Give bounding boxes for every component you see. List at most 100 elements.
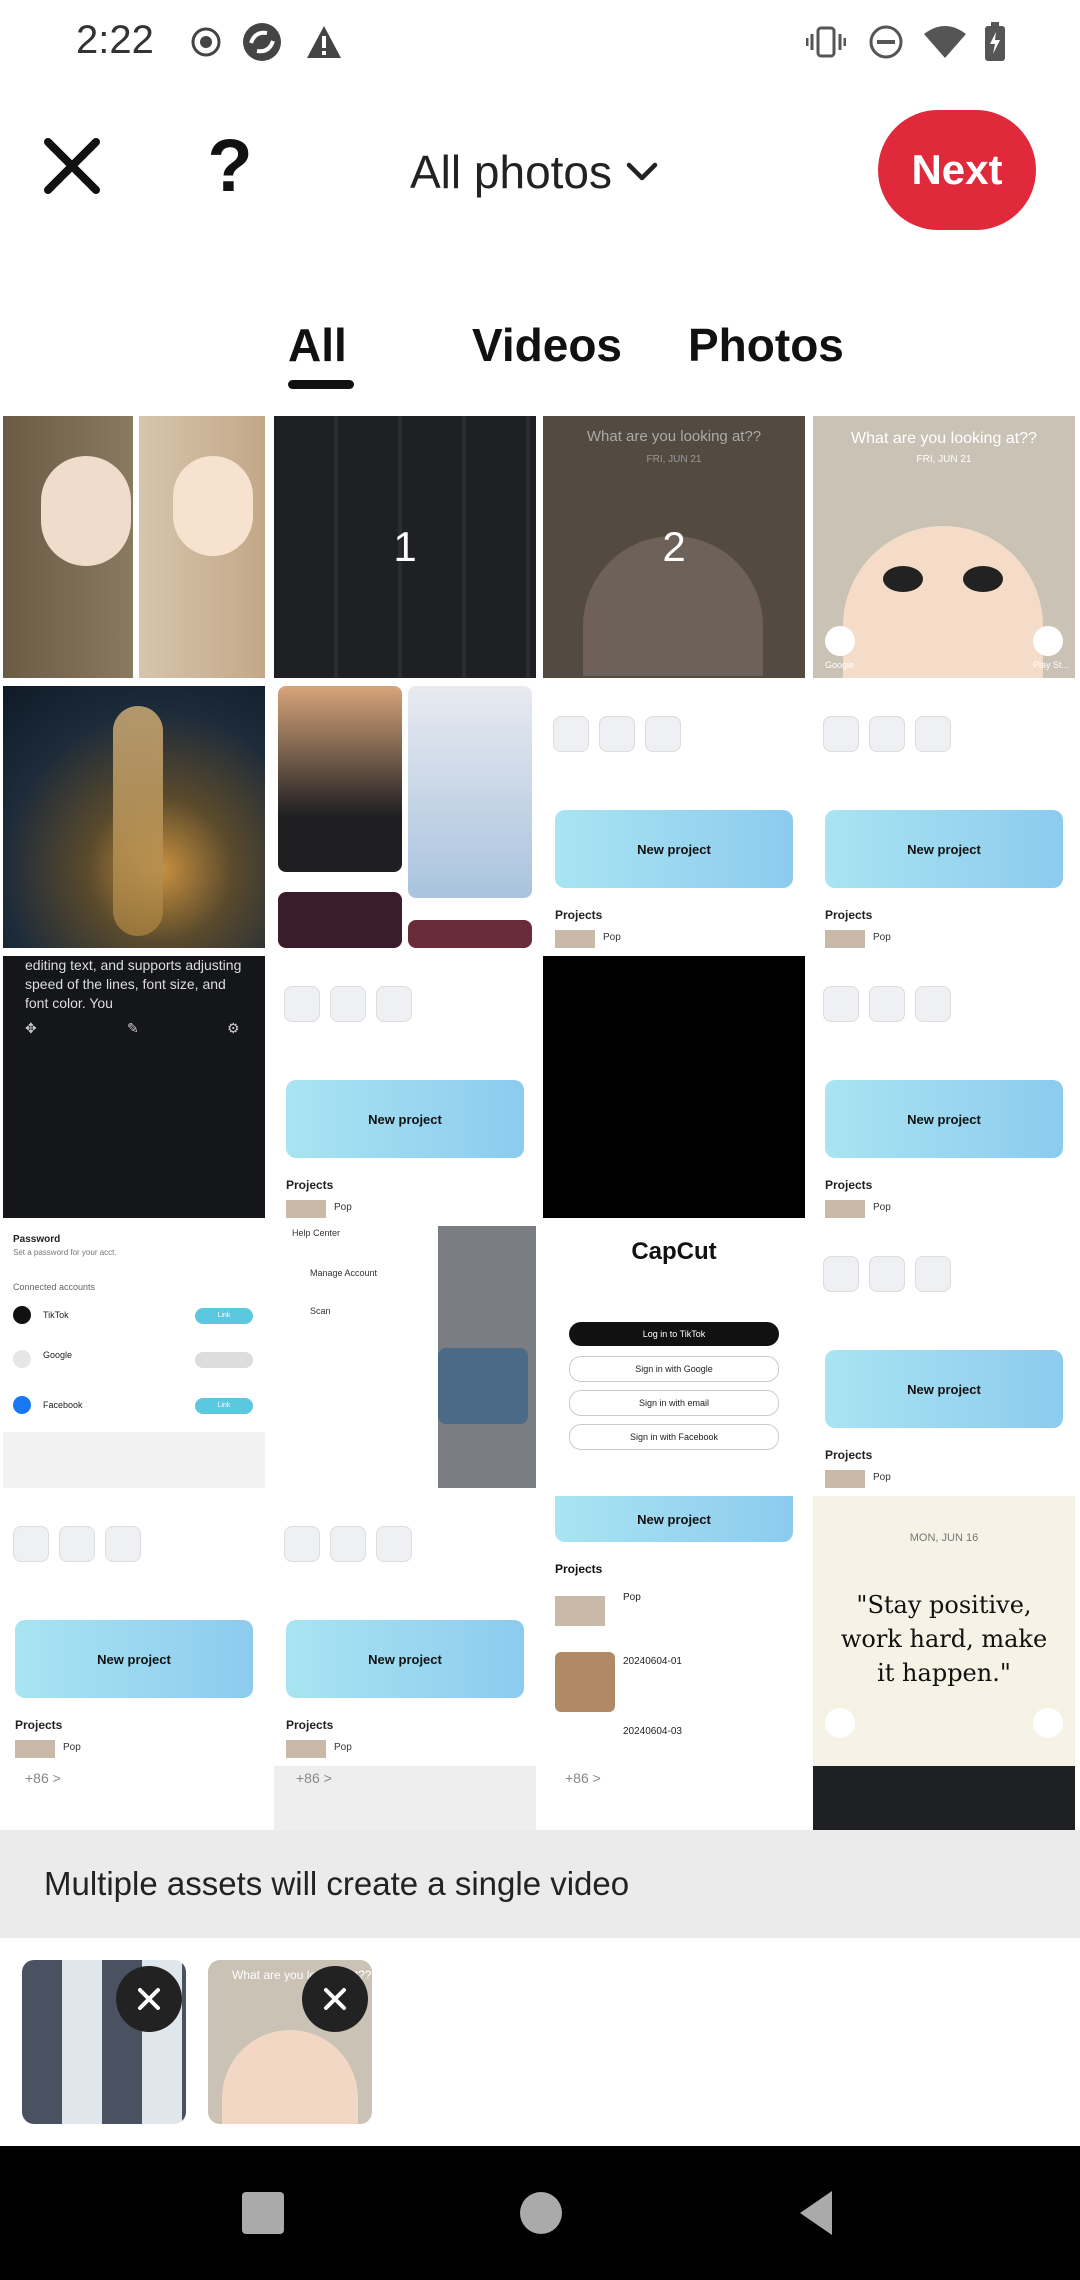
media-tile-capcut-home[interactable]: New project Projects Pop: [813, 956, 1075, 1218]
pop-label: Pop: [334, 1742, 352, 1753]
battery-icon: [980, 22, 1010, 62]
playstore-app-icon: [1033, 626, 1063, 656]
pop-label: Pop: [873, 1472, 891, 1483]
elsa-image: [408, 686, 532, 898]
media-tile-selected-1[interactable]: 1: [274, 416, 536, 678]
image-shape: [278, 892, 402, 948]
back-icon[interactable]: [796, 2188, 836, 2238]
recents-icon[interactable]: [242, 2192, 284, 2234]
lock-date: FRI, JUN 21: [916, 454, 972, 465]
selection-number: 1: [393, 523, 417, 570]
media-tile-capcut-login[interactable]: CapCut Log in to TikTok Sign in with Goo…: [543, 1226, 805, 1488]
google-app-icon: [825, 1708, 855, 1738]
pop-label: Pop: [63, 1742, 81, 1753]
tile-footer: [3, 1432, 265, 1488]
tiktok-label: TikTok: [43, 1310, 69, 1320]
record-icon: [186, 22, 226, 62]
new-project-card: New project: [555, 810, 793, 888]
media-tile-anime-girls[interactable]: [3, 416, 265, 678]
projects-label: Projects: [286, 1178, 334, 1192]
capcut-logo: CapCut: [631, 1238, 717, 1265]
media-tile-capcut-home[interactable]: New project Projects Pop: [274, 956, 536, 1218]
tiktok-login-button: Log in to TikTok: [569, 1322, 779, 1346]
projects-label: Projects: [555, 908, 603, 922]
media-tile-black[interactable]: [543, 956, 805, 1218]
media-tile-capcut-home[interactable]: New project Projects Pop: [543, 686, 805, 948]
tab-photos[interactable]: Photos: [688, 318, 844, 372]
project-name: 20240604-01: [623, 1656, 682, 1667]
next-button[interactable]: Next: [878, 110, 1036, 230]
media-tile-menu[interactable]: Help Center Manage Account Scan: [274, 1226, 536, 1488]
home-icon[interactable]: [520, 2192, 562, 2234]
help-button[interactable]: ?: [192, 128, 268, 204]
remove-button[interactable]: [116, 1966, 182, 2032]
tool-icons: [823, 1256, 1065, 1292]
tool-icons: [284, 1526, 526, 1562]
close-icon: [324, 1988, 346, 2010]
tile-divider: [133, 416, 139, 678]
selected-item-1[interactable]: [22, 1960, 186, 2124]
image-shape: [408, 920, 532, 948]
project-thumb: [286, 1200, 326, 1218]
media-tile-lockscreen[interactable]: What are you looking at?? FRI, JUN 21 Go…: [813, 416, 1075, 678]
media-tile-capcut-home[interactable]: New project Projects Pop: [813, 1226, 1075, 1488]
playstore-label: Play St...: [1032, 660, 1069, 670]
project-thumb: [555, 1652, 615, 1712]
face-shape: [173, 456, 253, 556]
unlink-button: [195, 1352, 253, 1368]
remove-button[interactable]: [302, 1966, 368, 2032]
media-tile-project-list[interactable]: New project Projects Pop 20240604-01 202…: [543, 1496, 805, 1830]
projects-label: Projects: [286, 1718, 334, 1732]
media-tile-capcut-home[interactable]: New project Projects Pop +86 >: [3, 1496, 265, 1830]
facebook-icon: [13, 1396, 31, 1414]
email-signin-button: Sign in with email: [569, 1390, 779, 1416]
project-thumb: [286, 1740, 326, 1758]
media-tile-capcut-home[interactable]: New project Projects Pop: [813, 686, 1075, 948]
pop-label: Pop: [334, 1202, 352, 1213]
project-thumb: [825, 1200, 865, 1218]
album-selector[interactable]: All photos: [410, 142, 658, 202]
help-icon: ?: [207, 124, 253, 207]
phone-prefix: +86 >: [296, 1770, 332, 1786]
card-shape: [438, 1348, 528, 1424]
projects-label: Projects: [825, 1178, 873, 1192]
password-sub: Set a password for your acct.: [13, 1248, 117, 1257]
quote-text: "Stay positive, work hard, make it happe…: [840, 1591, 1048, 1687]
media-tile-frozen[interactable]: [274, 686, 536, 948]
media-tile-fantasy[interactable]: [3, 686, 265, 948]
media-tile-caption[interactable]: editing text, and supports adjusting spe…: [3, 956, 265, 1218]
tiktok-icon: [13, 1306, 31, 1324]
media-tile-capcut-home[interactable]: New project Projects Pop +86 >: [274, 1496, 536, 1830]
selected-item-2[interactable]: What are you looking at??: [208, 1960, 372, 2124]
move-icon: ✥: [25, 1020, 37, 1036]
project-thumb: [15, 1740, 55, 1758]
media-tile-selected-2[interactable]: What are you looking at?? FRI, JUN 21 2: [543, 416, 805, 678]
tab-all[interactable]: All: [288, 318, 347, 372]
wifi-icon: [920, 22, 970, 62]
new-project-card: New project: [825, 1080, 1063, 1158]
new-project-card: New project: [286, 1620, 524, 1698]
tab-videos[interactable]: Videos: [472, 318, 622, 372]
status-time: 2:22: [76, 18, 154, 62]
media-tile-quote[interactable]: MON, JUN 16 "Stay positive, work hard, m…: [813, 1496, 1075, 1830]
project-name: 20240604-03: [623, 1726, 682, 1737]
new-project-card: New project: [15, 1620, 253, 1698]
vibrate-icon: [804, 22, 848, 62]
warning-icon: [304, 22, 344, 62]
selection-number: 2: [662, 523, 686, 570]
project-thumb: [555, 930, 595, 948]
anna-image: [278, 686, 402, 872]
new-project-card: New project: [825, 810, 1063, 888]
close-icon: [138, 1988, 160, 2010]
next-image-top: [813, 1766, 1075, 1830]
close-button[interactable]: [34, 128, 110, 204]
project-thumb: [555, 1596, 605, 1626]
character-shape: [222, 2030, 358, 2124]
edit-icon: ✎: [127, 1020, 139, 1036]
pop-label: Pop: [603, 932, 621, 943]
manage-account-label: Manage Account: [310, 1268, 378, 1278]
caption-text: editing text, and supports adjusting spe…: [25, 957, 242, 1011]
media-tile-accounts[interactable]: Password Set a password for your acct. C…: [3, 1226, 265, 1488]
google-icon: [13, 1350, 31, 1368]
projects-label: Projects: [825, 908, 873, 922]
